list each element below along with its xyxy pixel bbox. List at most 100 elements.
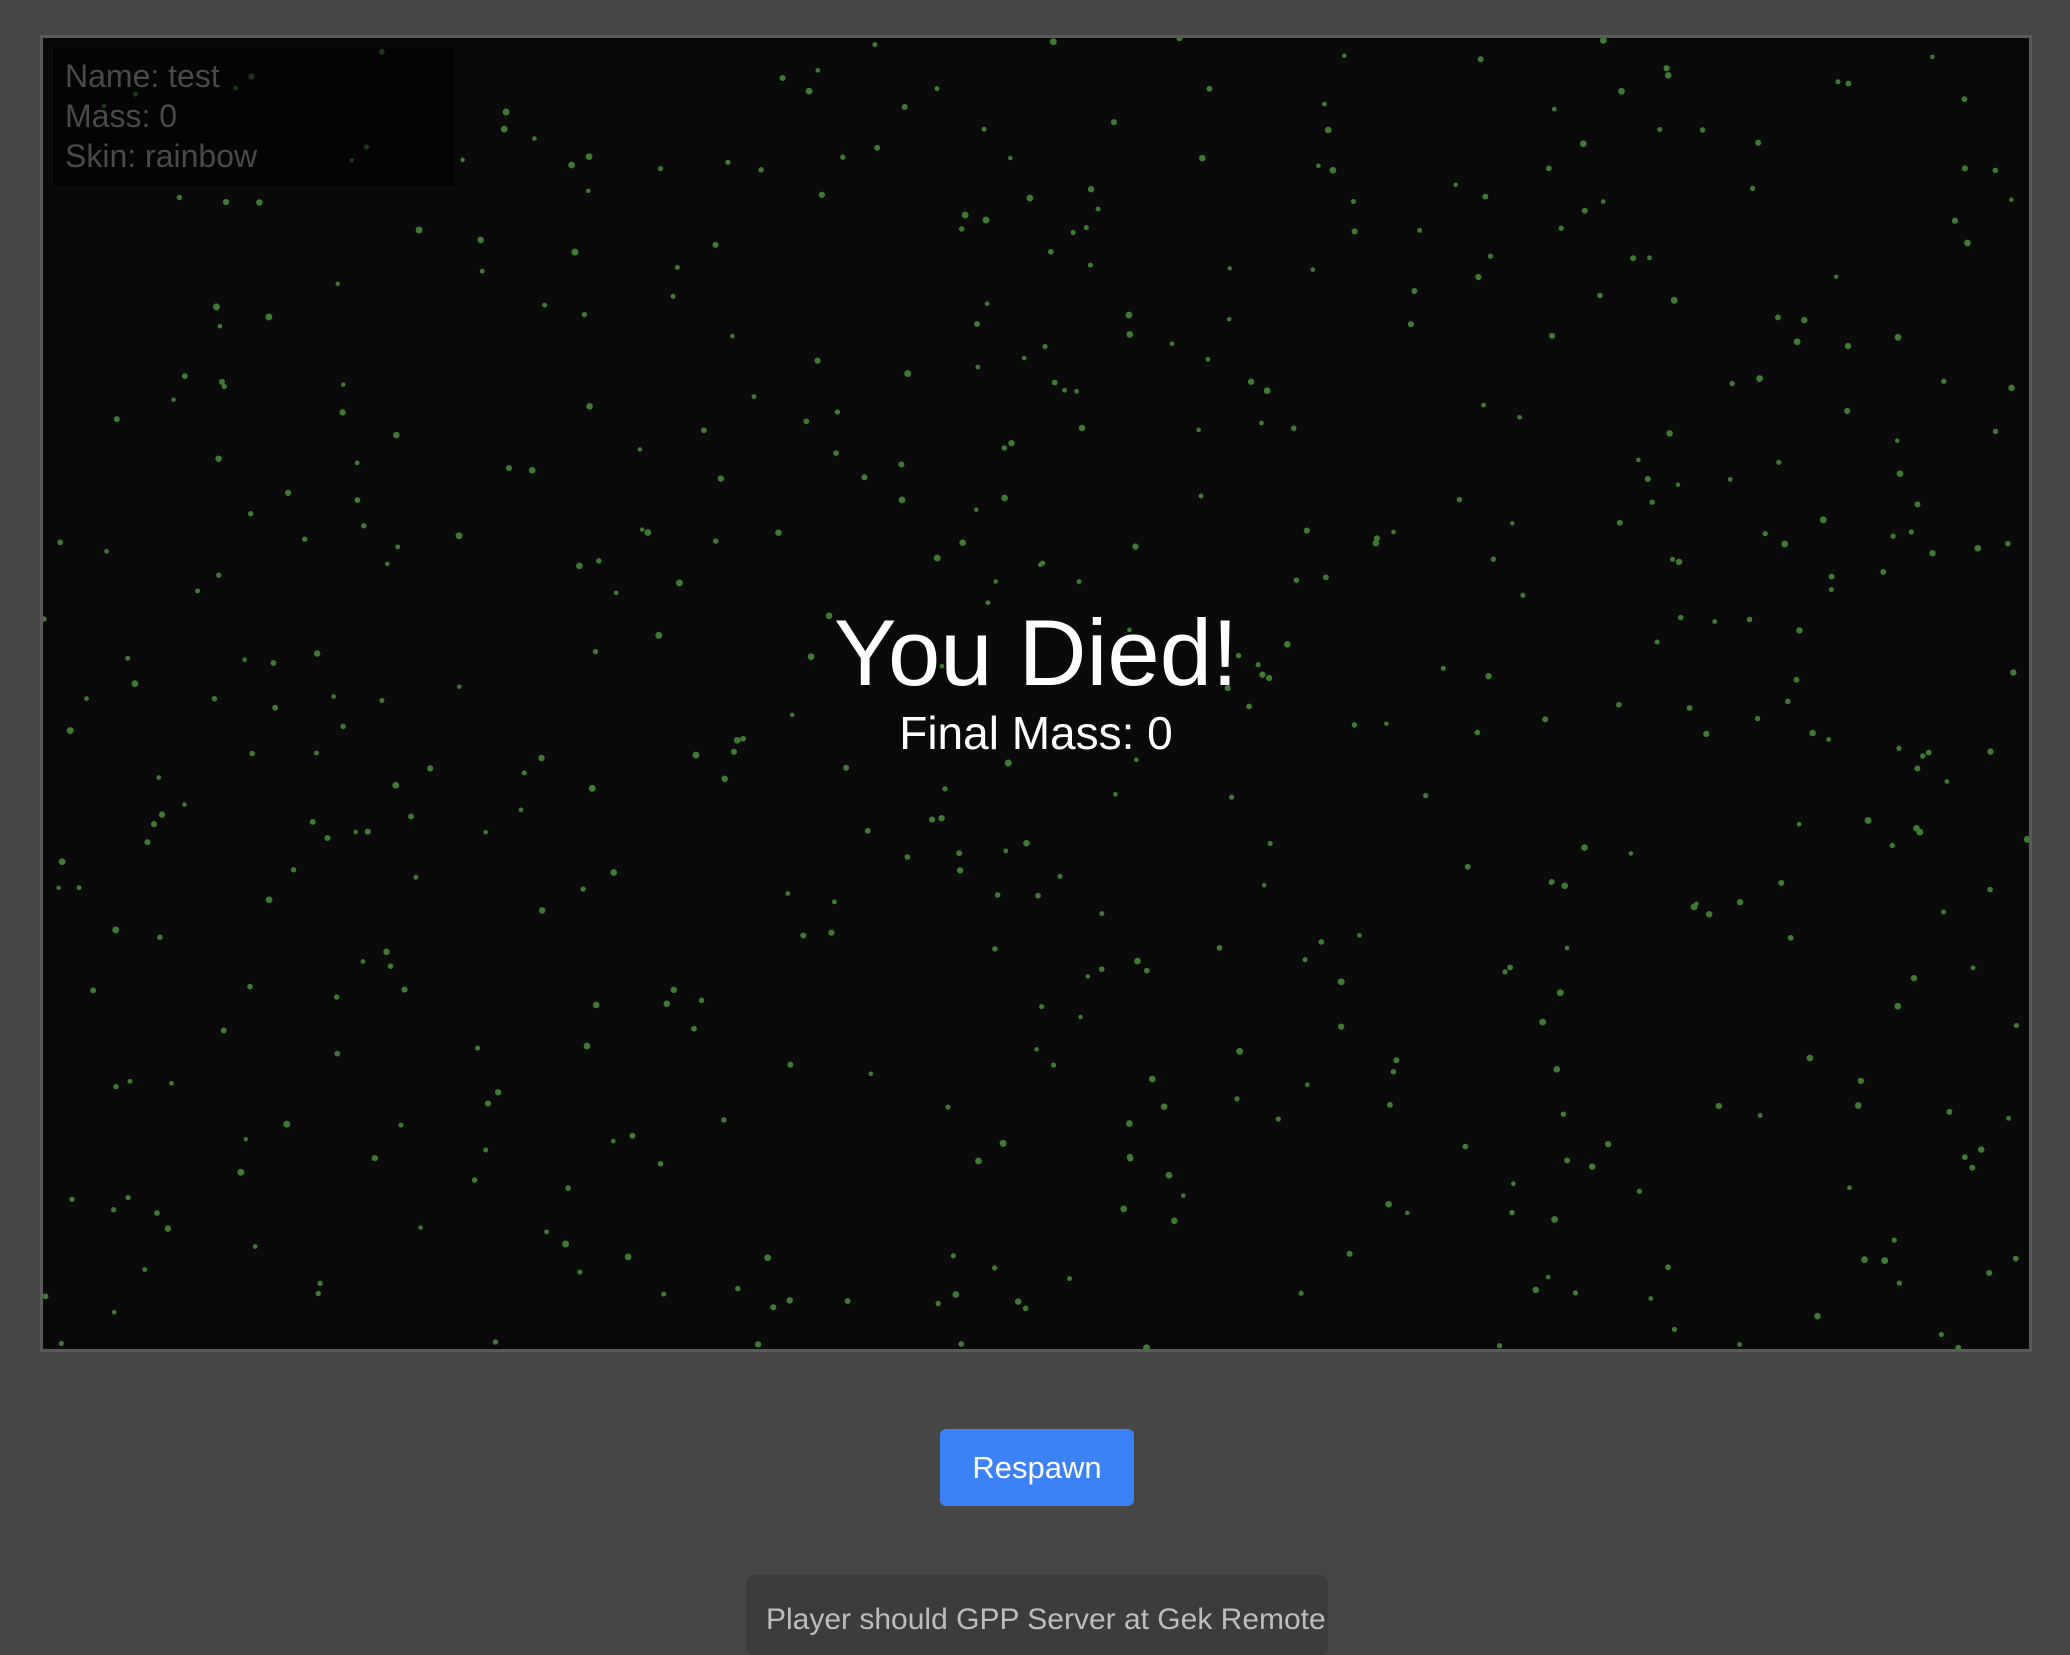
- food-pellet: [212, 303, 220, 311]
- food-pellet: [1087, 262, 1093, 268]
- food-pellet: [1987, 886, 1993, 893]
- food-pellet: [844, 1298, 851, 1305]
- food-pellet: [1338, 1023, 1345, 1030]
- food-pellet: [1670, 556, 1676, 562]
- food-pellet: [1014, 1298, 1022, 1305]
- food-pellet: [1143, 1344, 1150, 1349]
- food-pellet: [237, 1168, 245, 1176]
- food-pellet: [1126, 1120, 1133, 1127]
- food-pellet: [1828, 573, 1835, 580]
- food-pellet: [1545, 165, 1552, 172]
- food-pellet: [1834, 274, 1839, 279]
- food-pellet: [1078, 424, 1086, 432]
- food-pellet: [1889, 842, 1895, 849]
- food-pellet: [1657, 126, 1663, 133]
- food-pellet: [2005, 540, 2011, 547]
- food-pellet: [484, 1100, 492, 1107]
- food-pellet: [580, 886, 586, 892]
- food-pellet: [256, 199, 263, 206]
- game-canvas[interactable]: Name: test Mass: 0 Skin: rainbow You Die…: [40, 35, 2032, 1352]
- food-pellet: [1067, 1276, 1072, 1282]
- food-pellet: [1234, 1096, 1240, 1102]
- food-pellet: [834, 409, 841, 415]
- food-pellet: [624, 1253, 632, 1261]
- food-pellet: [1351, 228, 1358, 235]
- food-pellet: [975, 1157, 982, 1165]
- food-pellet: [1616, 519, 1623, 526]
- food-pellet: [181, 373, 188, 380]
- food-pellet: [674, 264, 680, 270]
- food-pellet: [999, 1139, 1007, 1147]
- food-pellet: [1913, 824, 1920, 832]
- food-pellet: [2009, 197, 2014, 203]
- food-pellet: [1828, 586, 1834, 593]
- food-pellet: [471, 1177, 478, 1183]
- food-pellet: [1579, 140, 1587, 148]
- food-pellet: [252, 1244, 258, 1249]
- food-pellet: [1589, 1163, 1596, 1170]
- food-pellet: [1022, 1305, 1029, 1312]
- food-pellet: [585, 188, 591, 194]
- food-pellet: [1165, 1171, 1173, 1179]
- food-pellet: [1148, 1075, 1156, 1083]
- food-pellet: [1781, 540, 1789, 548]
- food-pellet: [898, 461, 905, 468]
- food-pellet: [1549, 332, 1556, 339]
- food-pellet: [874, 144, 881, 151]
- food-pellet: [583, 1042, 591, 1050]
- food-pellet: [1160, 1103, 1168, 1110]
- food-pellet: [1293, 577, 1300, 583]
- food-pellet: [1481, 402, 1487, 408]
- food-pellet: [1337, 978, 1345, 986]
- food-pellet: [956, 867, 964, 874]
- food-pellet: [1776, 459, 1782, 465]
- food-pellet: [571, 248, 579, 256]
- food-pellet: [521, 770, 527, 776]
- food-pellet: [993, 579, 998, 584]
- food-pellet: [840, 154, 846, 160]
- food-pellet: [383, 948, 390, 956]
- food-pellet: [721, 775, 728, 783]
- food-pellet: [2006, 1115, 2012, 1121]
- food-pellet: [1600, 199, 1606, 204]
- food-pellet: [1507, 964, 1514, 971]
- food-pellet: [142, 1267, 148, 1272]
- food-pellet: [1206, 85, 1213, 92]
- food-pellet: [1970, 965, 1976, 971]
- food-pellet: [354, 497, 361, 503]
- food-pellet: [657, 166, 664, 172]
- food-pellet: [532, 136, 537, 141]
- food-pellet: [43, 1293, 49, 1300]
- food-pellet: [1551, 1215, 1559, 1223]
- food-pellet: [1938, 1331, 1944, 1337]
- food-pellet: [670, 986, 678, 994]
- food-pellet: [1517, 414, 1522, 420]
- food-pellet: [803, 418, 810, 425]
- food-pellet: [785, 891, 791, 896]
- food-pellet: [57, 539, 64, 546]
- food-pellet: [1487, 253, 1494, 259]
- food-pellet: [418, 1225, 423, 1230]
- food-pellet: [1974, 544, 1982, 552]
- food-pellet: [596, 558, 602, 564]
- food-pellet: [290, 867, 297, 873]
- food-pellet: [113, 1083, 119, 1090]
- food-pellet: [111, 1309, 117, 1315]
- food-pellet: [334, 1050, 341, 1057]
- food-pellet: [1393, 1057, 1400, 1064]
- food-pellet: [1796, 821, 1802, 827]
- food-pellet: [156, 775, 162, 780]
- food-pellet: [125, 1194, 131, 1201]
- food-pellet: [220, 1027, 227, 1034]
- food-pellet: [176, 194, 183, 201]
- food-pellet: [1814, 1312, 1821, 1320]
- food-pellet: [1599, 38, 1607, 44]
- food-pellet: [1078, 1014, 1083, 1020]
- respawn-button[interactable]: Respawn: [940, 1429, 1134, 1506]
- food-pellet: [483, 1147, 489, 1153]
- food-pellet: [218, 378, 226, 385]
- food-pellet: [1861, 1256, 1868, 1263]
- food-pellet: [284, 489, 292, 497]
- food-pellet: [474, 1045, 481, 1051]
- food-pellet: [1023, 839, 1030, 847]
